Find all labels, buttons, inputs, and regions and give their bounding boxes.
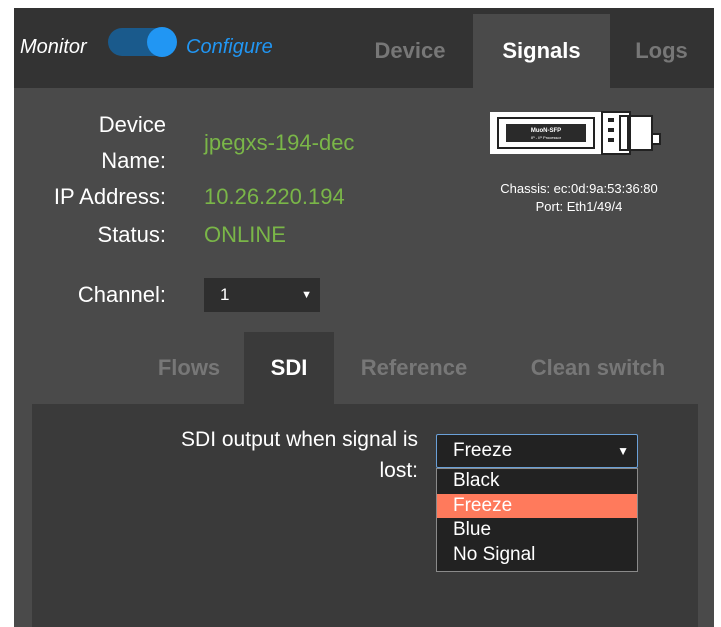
- chevron-down-icon: ▼: [301, 289, 312, 301]
- tab-signals[interactable]: Signals: [473, 14, 610, 88]
- top-bar: Monitor Configure Device Signals Logs: [14, 8, 714, 88]
- channel-label: Channel:: [77, 282, 166, 307]
- tab-reference[interactable]: Reference: [344, 332, 484, 404]
- sfp-module-icon: MuoN-SFP IP - IP Processor: [490, 108, 668, 158]
- monitor-mode-label[interactable]: Monitor: [20, 36, 87, 59]
- sfp-brand-text: MuoN-SFP: [531, 128, 561, 134]
- chassis-text: Chassis: ec:0d:9a:53:36:80: [500, 181, 658, 196]
- device-name-value: jpegxs-194-dec: [204, 130, 355, 155]
- tab-clean-switch[interactable]: Clean switch: [508, 332, 688, 404]
- sdi-dropdown-list: Black Freeze Blue No Signal: [436, 468, 638, 572]
- tab-flows[interactable]: Flows: [136, 332, 242, 404]
- sdi-output-label: SDI output when signal is lost:: [92, 424, 418, 486]
- configure-mode-label[interactable]: Configure: [186, 36, 273, 59]
- channel-select[interactable]: 1 ▼: [204, 278, 320, 312]
- dropdown-option-black[interactable]: Black: [437, 469, 637, 494]
- status-value: ONLINE: [204, 222, 286, 247]
- sdi-output-label-line2: lost:: [379, 459, 418, 482]
- app-panel: Monitor Configure Device Signals Logs De…: [14, 8, 714, 627]
- mode-toggle[interactable]: [108, 27, 177, 57]
- sdi-content-panel: SDI output when signal is lost: Freeze ▼…: [32, 404, 698, 627]
- dropdown-option-freeze[interactable]: Freeze: [437, 493, 637, 518]
- ip-address-label: IP Address:: [53, 184, 166, 209]
- device-name-label-line1: Device: [98, 112, 166, 137]
- ip-address-value: 10.26.220.194: [204, 184, 345, 209]
- sdi-output-label-line1: SDI output when signal is: [181, 428, 418, 451]
- channel-value: 1: [220, 285, 230, 304]
- chevron-down-icon: ▼: [617, 444, 629, 458]
- dropdown-option-no-signal[interactable]: No Signal: [437, 543, 637, 568]
- dropdown-option-blue[interactable]: Blue: [437, 518, 637, 543]
- sfp-sub-text: IP - IP Processor: [531, 135, 562, 140]
- tab-device[interactable]: Device: [354, 14, 466, 88]
- toggle-knob: [147, 27, 177, 57]
- sdi-selected-value: Freeze: [453, 440, 513, 461]
- tab-logs[interactable]: Logs: [614, 14, 709, 88]
- tab-sdi[interactable]: SDI: [244, 332, 334, 404]
- sdi-output-select[interactable]: Freeze ▼: [436, 434, 638, 468]
- status-label: Status:: [97, 222, 166, 247]
- port-text: Port: Eth1/49/4: [535, 199, 623, 214]
- device-name-label-line2: Name:: [101, 148, 166, 173]
